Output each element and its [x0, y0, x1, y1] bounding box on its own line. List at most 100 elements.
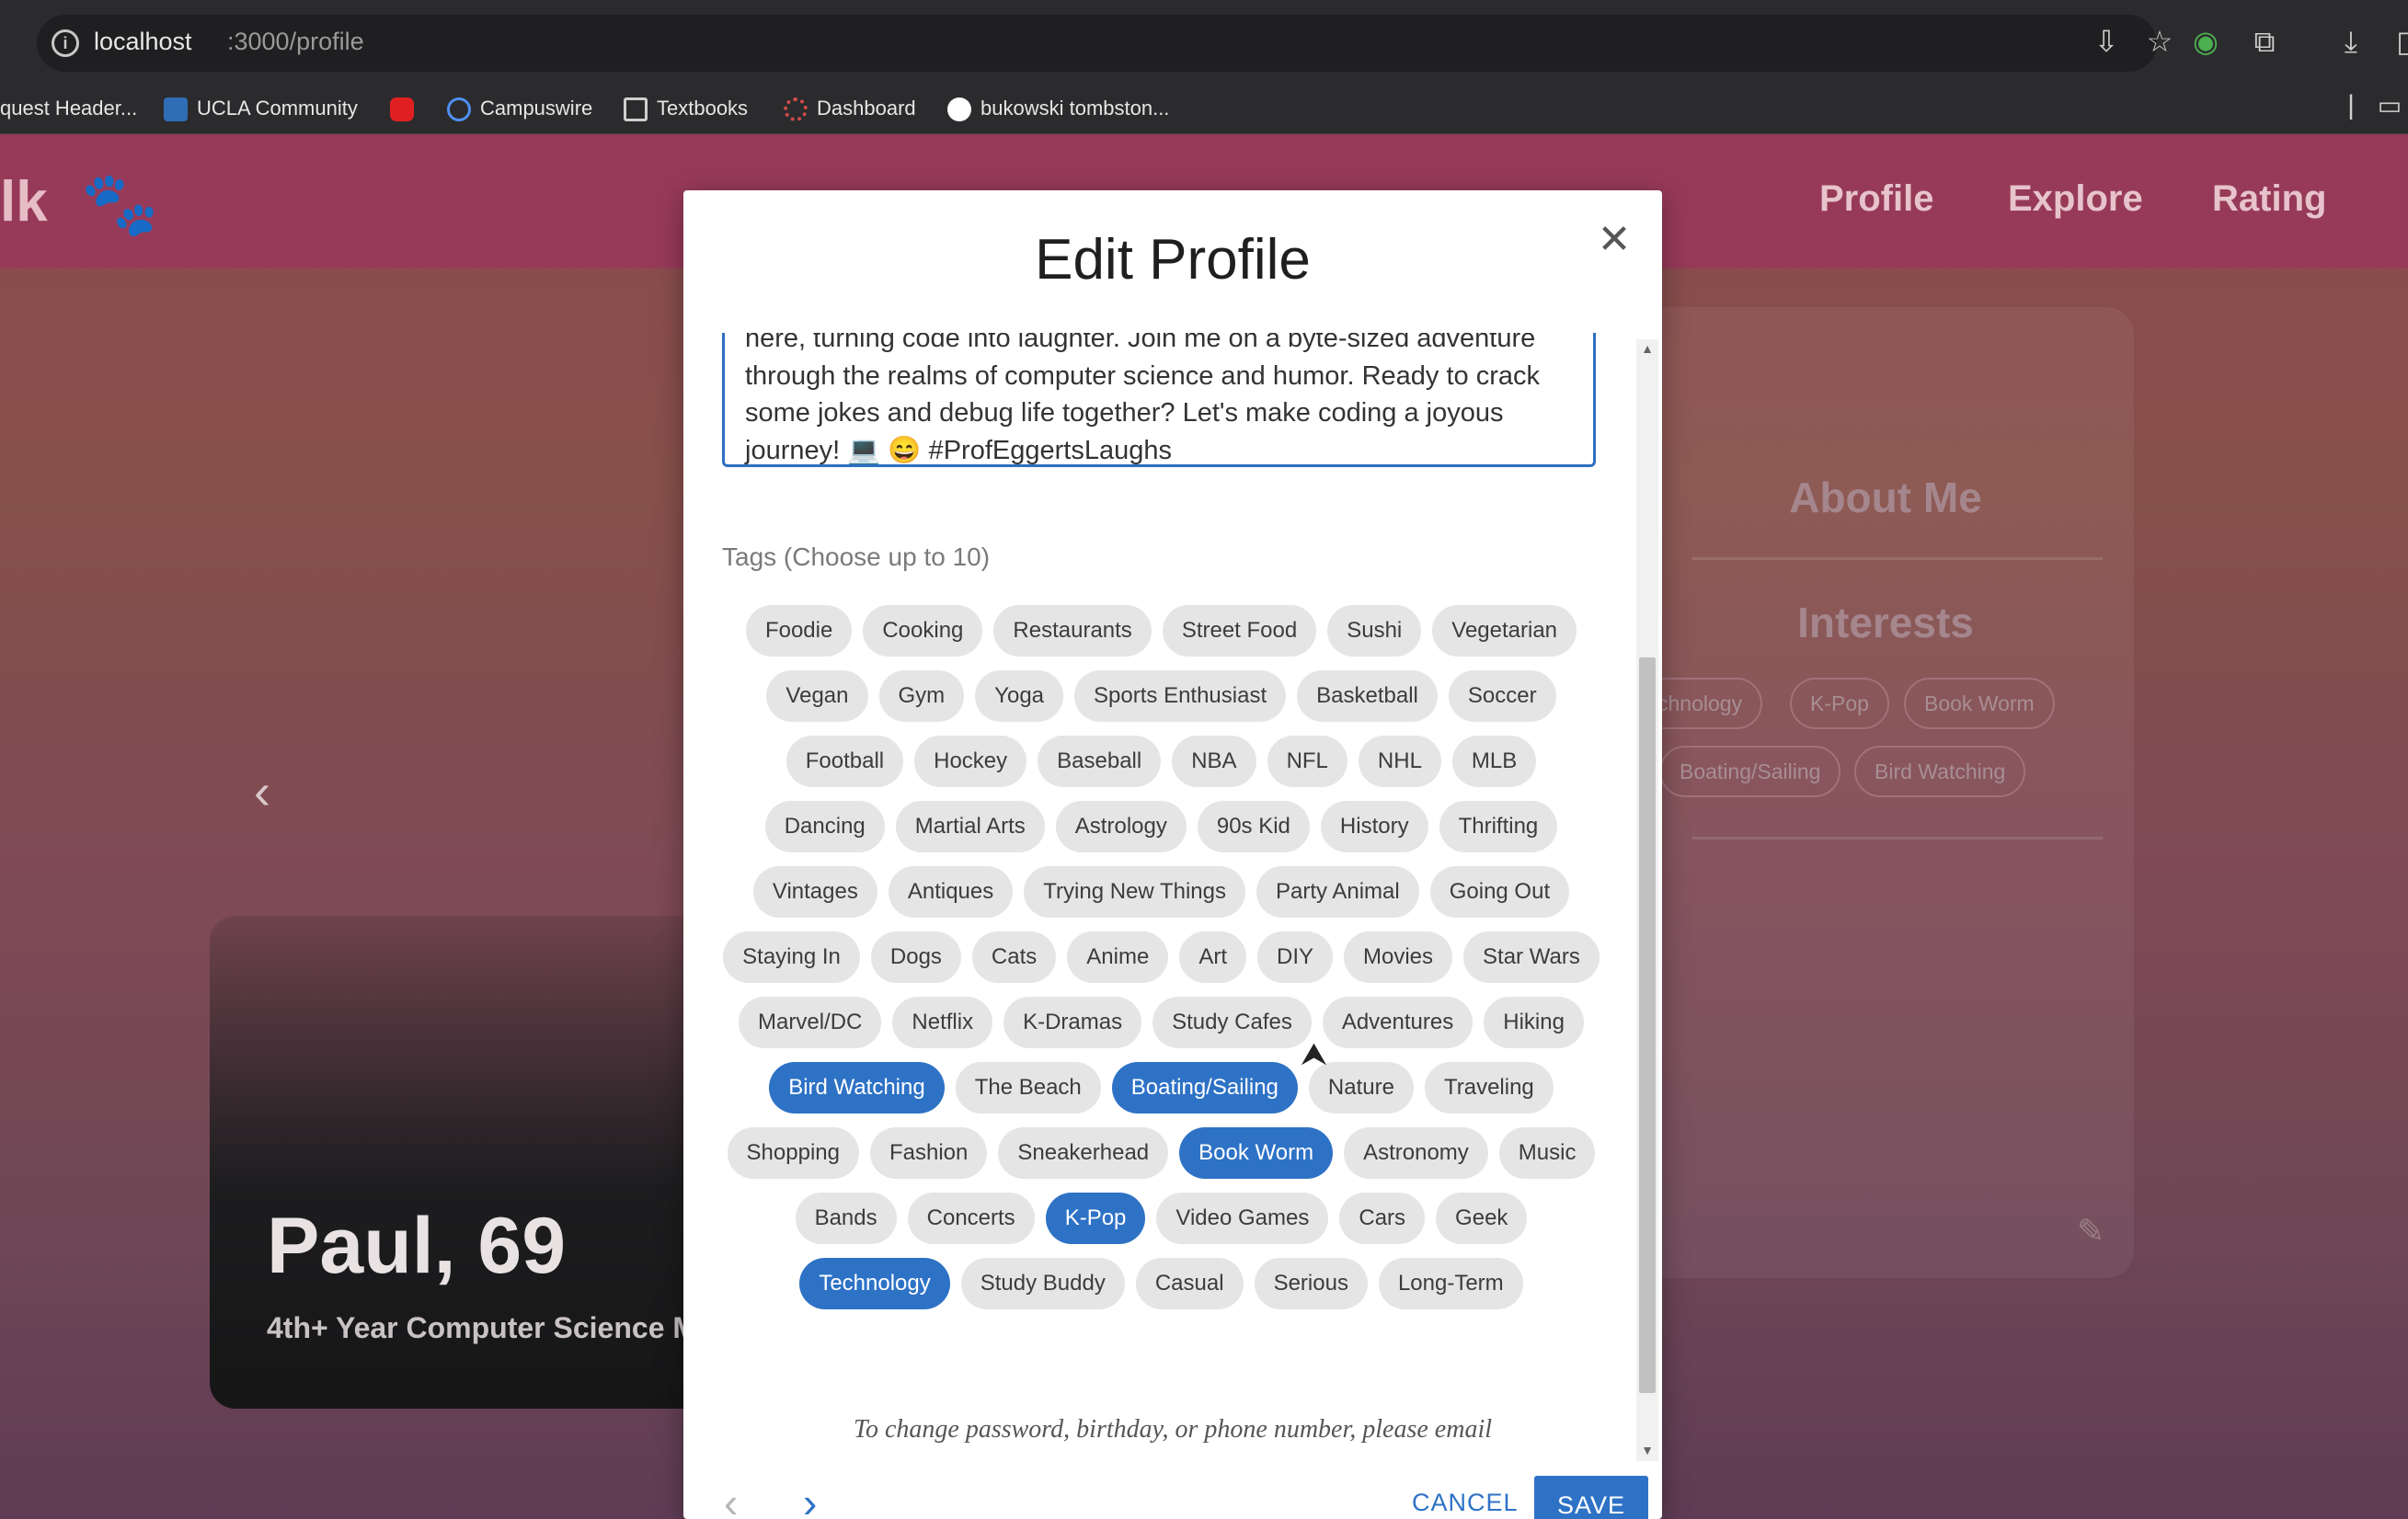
tag-chip[interactable]: Party Animal	[1256, 866, 1419, 918]
carousel-prev-arrow-icon[interactable]: ‹	[254, 763, 270, 820]
tag-chip[interactable]: Thrifting	[1439, 801, 1558, 852]
tag-chip[interactable]: Soccer	[1448, 670, 1556, 722]
tag-chip[interactable]: Serious	[1254, 1258, 1368, 1309]
tag-chip[interactable]: MLB	[1451, 736, 1537, 787]
bookmark-request-header[interactable]: quest Header...	[0, 92, 137, 125]
bookmark-campuswire[interactable]: Campuswire	[447, 92, 592, 125]
tag-chip[interactable]: Cars	[1339, 1193, 1426, 1244]
tag-chip[interactable]: History	[1320, 801, 1428, 852]
tag-chip[interactable]: Book Worm	[1179, 1127, 1334, 1179]
save-button[interactable]: SAVE	[1534, 1476, 1648, 1519]
tag-chip[interactable]: Cooking	[863, 605, 983, 657]
tag-chip[interactable]: K-Pop	[1045, 1193, 1146, 1244]
tag-chip[interactable]: Restaurants	[993, 605, 1152, 657]
tag-chip[interactable]: Yoga	[975, 670, 1064, 722]
bookmark-label: UCLA Community	[197, 97, 358, 120]
tag-chip[interactable]: Shopping	[727, 1127, 859, 1179]
tag-chip[interactable]: Boating/Sailing	[1111, 1062, 1298, 1114]
scroll-down-arrow-icon[interactable]: ▼	[1636, 1443, 1658, 1457]
nav-rating[interactable]: Rating	[2212, 178, 2326, 220]
tag-chip[interactable]: Bird Watching	[769, 1062, 945, 1114]
tag-chip[interactable]: Staying In	[723, 931, 860, 983]
tag-chip[interactable]: Martial Arts	[895, 801, 1045, 852]
modal-scrollbar[interactable]: ▲ ▼	[1636, 339, 1658, 1461]
tag-chip[interactable]: The Beach	[955, 1062, 1101, 1114]
tag-chip[interactable]: Music	[1498, 1127, 1596, 1179]
scroll-thumb[interactable]	[1639, 657, 1656, 1393]
address-bar[interactable]: i localhost :3000/profile ⇩ ☆	[37, 15, 2173, 72]
tag-chip[interactable]: Video Games	[1156, 1193, 1329, 1244]
tag-chip[interactable]: Baseball	[1038, 736, 1162, 787]
tag-chip[interactable]: Marvel/DC	[739, 997, 882, 1048]
about-heading: About Me	[1789, 474, 1982, 521]
prev-step-chevron-icon[interactable]: ‹	[724, 1478, 738, 1519]
tag-chip[interactable]: Star Wars	[1463, 931, 1600, 983]
all-bookmarks-folder-icon[interactable]: ▭	[2371, 90, 2408, 121]
bookmark-dashboard[interactable]: Dashboard	[784, 92, 916, 125]
bookmark-star-icon[interactable]: ☆	[2141, 26, 2178, 57]
tag-chip[interactable]: Astrology	[1055, 801, 1187, 852]
next-step-chevron-icon[interactable]: ›	[803, 1478, 817, 1519]
bookmark-google-search[interactable]: bukowski tombston...	[947, 92, 1169, 125]
tag-chip[interactable]: Vegetarian	[1432, 605, 1577, 657]
tag-chip[interactable]: Vegan	[766, 670, 868, 722]
tag-chip[interactable]: Dogs	[870, 931, 961, 983]
bookmark-youtube[interactable]	[390, 92, 423, 125]
tag-chip[interactable]: Football	[785, 736, 904, 787]
tag-chip[interactable]: Traveling	[1424, 1062, 1554, 1114]
tag-chip[interactable]: K-Dramas	[1003, 997, 1142, 1048]
tag-chip[interactable]: Basketball	[1297, 670, 1438, 722]
tag-chip[interactable]: Casual	[1135, 1258, 1244, 1309]
extension-circle-icon[interactable]: ◉	[2187, 26, 2224, 57]
modal-scroll-area[interactable]: here, turning code into laughter. Join m…	[683, 333, 1662, 1482]
tag-chip[interactable]: Bands	[795, 1193, 897, 1244]
nav-profile[interactable]: Profile	[1819, 178, 1933, 220]
tag-chip[interactable]: Foodie	[745, 605, 853, 657]
tag-chip[interactable]: Dancing	[764, 801, 885, 852]
tag-chip[interactable]: Gym	[878, 670, 965, 722]
tag-chip[interactable]: Cats	[971, 931, 1057, 983]
tag-chip[interactable]: 90s Kid	[1197, 801, 1310, 852]
tag-chip[interactable]: Hockey	[914, 736, 1027, 787]
tag-chip[interactable]: Trying New Things	[1024, 866, 1245, 918]
app-logo[interactable]: lk	[0, 169, 48, 234]
extensions-puzzle-icon[interactable]: ⧉	[2246, 26, 2283, 57]
tag-chip[interactable]: Street Food	[1162, 605, 1317, 657]
tag-chip[interactable]: Long-Term	[1378, 1258, 1523, 1309]
bio-textarea[interactable]: here, turning code into laughter. Join m…	[722, 333, 1596, 467]
download-icon[interactable]: ⤓	[2333, 26, 2369, 57]
tag-chip[interactable]: Vintages	[752, 866, 877, 918]
tag-chip[interactable]: Sports Enthusiast	[1074, 670, 1287, 722]
tag-chip[interactable]: Geek	[1436, 1193, 1528, 1244]
nav-explore[interactable]: Explore	[2008, 178, 2143, 220]
tag-chip[interactable]: Adventures	[1322, 997, 1473, 1048]
edit-pencil-icon[interactable]: ✎	[2077, 1212, 2104, 1251]
tag-chip[interactable]: Fashion	[869, 1127, 988, 1179]
tag-chip[interactable]: Sushi	[1327, 605, 1422, 657]
tag-chip[interactable]: NBA	[1172, 736, 1256, 787]
close-icon[interactable]: ✕	[1592, 218, 1636, 262]
cancel-button[interactable]: CANCEL	[1412, 1489, 1519, 1517]
tag-chip[interactable]: Technology	[799, 1258, 950, 1309]
scroll-up-arrow-icon[interactable]: ▲	[1636, 341, 1658, 356]
tag-chip[interactable]: Going Out	[1429, 866, 1570, 918]
tag-chip[interactable]: Movies	[1344, 931, 1453, 983]
tag-chip[interactable]: NFL	[1267, 736, 1347, 787]
tag-chip[interactable]: Netflix	[892, 997, 993, 1048]
tag-chip[interactable]: NHL	[1358, 736, 1441, 787]
tag-chip[interactable]: Hiking	[1484, 997, 1584, 1048]
bookmark-ucla[interactable]: UCLA Community	[164, 92, 358, 125]
site-info-icon[interactable]: i	[52, 29, 79, 57]
tag-chip[interactable]: Art	[1179, 931, 1246, 983]
tag-chip[interactable]: Sneakerhead	[998, 1127, 1169, 1179]
tag-chip[interactable]: Antiques	[888, 866, 1014, 918]
bookmark-textbooks[interactable]: Textbooks	[624, 92, 748, 125]
tag-chip[interactable]: Study Cafes	[1152, 997, 1312, 1048]
install-app-icon[interactable]: ⇩	[2088, 26, 2125, 57]
side-panel-icon[interactable]: ▯	[2386, 26, 2408, 57]
tag-chip[interactable]: Study Buddy	[960, 1258, 1125, 1309]
tag-chip[interactable]: Astronomy	[1344, 1127, 1488, 1179]
tag-chip[interactable]: Concerts	[907, 1193, 1035, 1244]
tag-chip[interactable]: Anime	[1067, 931, 1169, 983]
tag-chip[interactable]: DIY	[1256, 931, 1333, 983]
